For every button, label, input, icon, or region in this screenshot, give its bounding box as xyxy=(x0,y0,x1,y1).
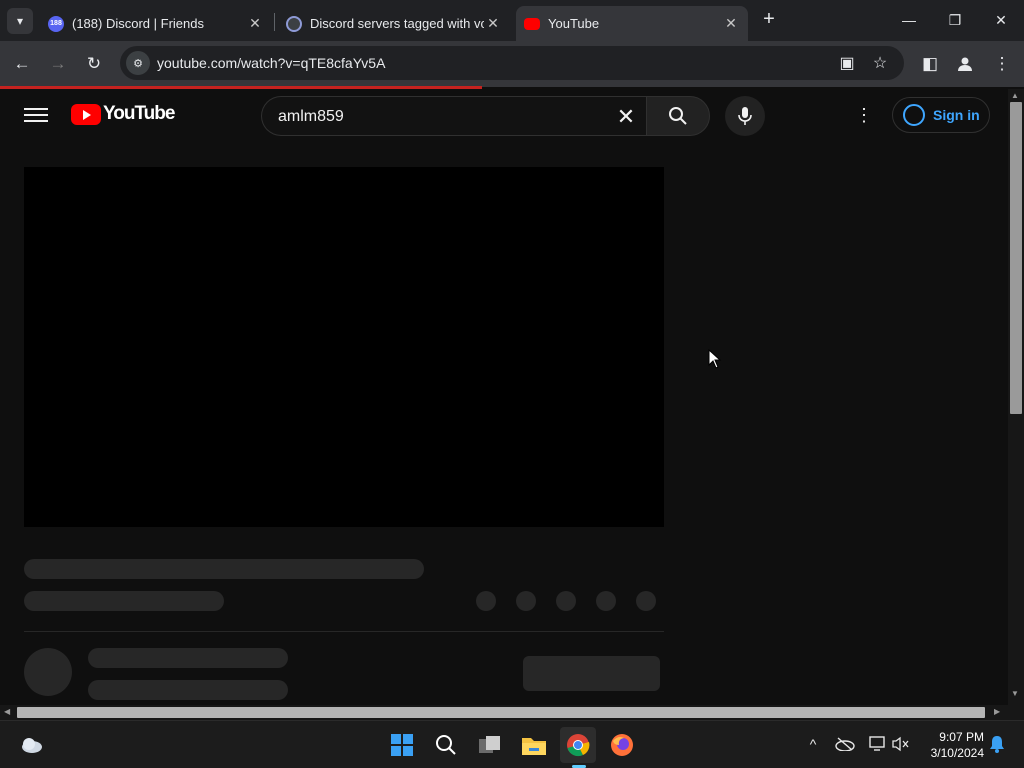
divider xyxy=(24,631,664,632)
tab-search-button[interactable]: ▾ xyxy=(7,8,33,34)
tab-separator xyxy=(274,13,275,31)
horizontal-scrollbar[interactable]: ◀ ▶ xyxy=(0,705,1008,720)
action-placeholder xyxy=(476,591,496,611)
action-placeholder xyxy=(596,591,616,611)
scroll-thumb[interactable] xyxy=(17,707,985,718)
channel-avatar-placeholder xyxy=(24,648,72,696)
site-info-icon[interactable]: ⚙ xyxy=(126,51,150,75)
voice-search-button[interactable] xyxy=(725,96,765,136)
network-icon[interactable] xyxy=(866,733,888,755)
youtube-play-icon xyxy=(71,103,101,125)
side-panel-icon[interactable]: ◧ xyxy=(916,50,944,78)
search-query[interactable]: amlm859 xyxy=(278,108,344,126)
mouse-cursor-icon xyxy=(708,349,722,369)
youtube-logo[interactable]: YouTube xyxy=(71,103,175,125)
sign-in-label: Sign in xyxy=(933,107,980,123)
back-button[interactable]: ← xyxy=(8,50,36,78)
clock-time: 9:07 PM xyxy=(939,730,984,744)
title-placeholder xyxy=(24,559,424,579)
scroll-up-icon[interactable]: ▲ xyxy=(1011,91,1019,100)
volume-muted-icon[interactable] xyxy=(890,733,912,755)
file-explorer-icon[interactable] xyxy=(516,727,552,763)
notification-bell-icon[interactable] xyxy=(986,733,1008,755)
clear-search-icon[interactable]: ✕ xyxy=(610,101,642,133)
discord-icon: 188 xyxy=(48,15,64,32)
scroll-left-icon[interactable]: ◀ xyxy=(4,707,10,716)
close-tab-icon[interactable]: ✕ xyxy=(722,15,740,32)
tab-youtube[interactable]: YouTube ✕ xyxy=(516,6,748,41)
meta-placeholder xyxy=(24,591,224,611)
scroll-corner xyxy=(1008,705,1024,720)
chrome-menu-icon[interactable]: ⋮ xyxy=(988,50,1016,78)
firefox-icon[interactable] xyxy=(604,727,640,763)
onedrive-icon[interactable] xyxy=(834,733,856,755)
system-clock[interactable]: 9:07 PM 3/10/2024 xyxy=(918,729,984,761)
windows-start-icon[interactable] xyxy=(384,727,420,763)
youtube-icon xyxy=(524,17,540,30)
search-input[interactable]: amlm859 ✕ xyxy=(261,96,646,136)
search-icon[interactable] xyxy=(428,727,464,763)
restore-button[interactable]: ❐ xyxy=(932,4,978,36)
channel-subs-placeholder xyxy=(88,680,288,700)
video-player[interactable] xyxy=(24,167,664,527)
disboard-icon xyxy=(286,15,302,32)
task-view-icon[interactable] xyxy=(472,727,508,763)
chrome-icon[interactable] xyxy=(560,727,596,763)
address-bar[interactable]: ⚙ youtube.com/watch?v=qTE8cfaYv5A ▣ ☆ xyxy=(120,46,904,80)
scroll-thumb[interactable] xyxy=(1010,102,1022,414)
subscribe-placeholder xyxy=(523,656,660,691)
weather-icon[interactable] xyxy=(14,727,50,763)
url-text[interactable]: youtube.com/watch?v=qTE8cfaYv5A xyxy=(157,55,385,71)
forward-button[interactable]: → xyxy=(44,50,72,78)
tab-title: (188) Discord | Friends xyxy=(72,16,204,31)
scroll-down-icon[interactable]: ▼ xyxy=(1011,689,1019,698)
action-placeholder xyxy=(636,591,656,611)
bookmark-star-icon[interactable]: ☆ xyxy=(868,51,892,75)
minimize-button[interactable]: — xyxy=(886,4,932,36)
search-icon xyxy=(669,107,687,125)
youtube-wordmark: YouTube xyxy=(103,103,175,124)
account-icon xyxy=(903,104,925,126)
new-tab-button[interactable]: + xyxy=(758,8,780,32)
show-hidden-icons-icon[interactable]: ^ xyxy=(802,733,824,755)
guide-menu-icon[interactable] xyxy=(24,105,48,125)
youtube-page: YouTube amlm859 ✕ ⋮ Sign in xyxy=(0,89,1008,705)
tab-strip: ▾ 188 (188) Discord | Friends ✕ Discord … xyxy=(0,0,1024,41)
tab-discord-servers[interactable]: Discord servers tagged with vo ✕ xyxy=(278,6,510,41)
browser-toolbar: ← → ↻ ⚙ youtube.com/watch?v=qTE8cfaYv5A … xyxy=(0,41,1024,87)
close-tab-icon[interactable]: ✕ xyxy=(246,15,264,32)
sign-in-button[interactable]: Sign in xyxy=(892,97,990,133)
action-placeholder xyxy=(556,591,576,611)
scroll-right-icon[interactable]: ▶ xyxy=(994,707,1000,716)
channel-name-placeholder xyxy=(88,648,288,668)
search-button[interactable] xyxy=(646,96,710,136)
profile-icon[interactable] xyxy=(951,50,979,78)
tab-title: YouTube xyxy=(548,16,600,31)
vertical-scrollbar[interactable]: ▲ ▼ xyxy=(1008,89,1024,705)
install-app-icon[interactable]: ▣ xyxy=(835,51,859,75)
tab-title: Discord servers tagged with vo xyxy=(310,16,484,31)
reload-button[interactable]: ↻ xyxy=(80,50,108,78)
close-window-button[interactable]: ✕ xyxy=(978,4,1024,36)
settings-menu-icon[interactable]: ⋮ xyxy=(852,103,876,127)
close-tab-icon[interactable]: ✕ xyxy=(484,15,502,32)
microphone-icon xyxy=(738,107,752,125)
clock-date: 3/10/2024 xyxy=(930,746,984,760)
tab-discord-friends[interactable]: 188 (188) Discord | Friends ✕ xyxy=(40,6,272,41)
action-placeholder xyxy=(516,591,536,611)
taskbar: ^ 9:07 PM 3/10/2024 xyxy=(0,720,1024,768)
